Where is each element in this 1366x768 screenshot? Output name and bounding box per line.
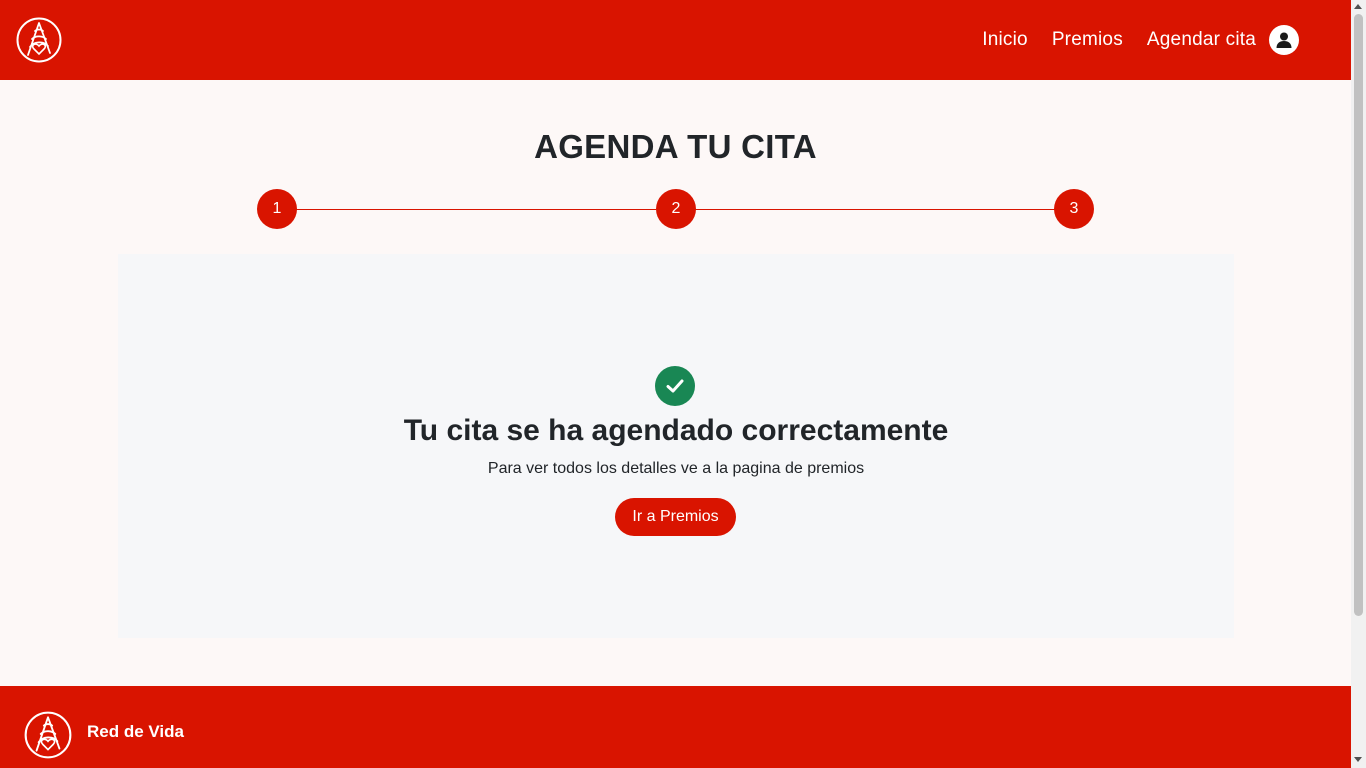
success-title: Tu cita se ha agendado correctamente (403, 414, 949, 447)
step-connector (296, 209, 656, 210)
main-nav: Inicio Premios Agendar cita (958, 0, 1299, 80)
footer: Red de Vida (0, 686, 1351, 768)
step-3[interactable]: 3 (1054, 189, 1094, 229)
nav-link-premios[interactable]: Premios (1052, 29, 1123, 51)
page: Inicio Premios Agendar cita AGENDA TU CI… (0, 0, 1351, 768)
step-2[interactable]: 2 (656, 189, 696, 229)
top-navbar: Inicio Premios Agendar cita (0, 0, 1351, 80)
confirmation-card: Tu cita se ha agendado correctamente Par… (118, 254, 1234, 638)
stepper: 1 2 3 (0, 189, 1351, 231)
go-to-premios-button[interactable]: Ir a Premios (615, 498, 736, 536)
nav-link-agendar-cita[interactable]: Agendar cita (1147, 29, 1256, 51)
scrollbar[interactable] (1351, 0, 1366, 768)
success-subtitle: Para ver todos los detalles ve a la pagi… (487, 460, 865, 477)
step-1[interactable]: 1 (257, 189, 297, 229)
user-icon[interactable] (1269, 25, 1299, 55)
step-connector (695, 209, 1055, 210)
tree-heart-logo-icon[interactable] (16, 15, 62, 65)
scroll-thumb[interactable] (1354, 14, 1363, 616)
footer-brand: Red de Vida (87, 722, 184, 741)
scroll-down-icon[interactable] (1354, 757, 1362, 762)
scroll-up-icon[interactable] (1354, 4, 1362, 9)
check-circle-icon (655, 366, 695, 406)
nav-link-inicio[interactable]: Inicio (982, 29, 1028, 51)
page-title: AGENDA TU CITA (534, 128, 817, 165)
tree-heart-logo-icon[interactable] (24, 709, 72, 761)
